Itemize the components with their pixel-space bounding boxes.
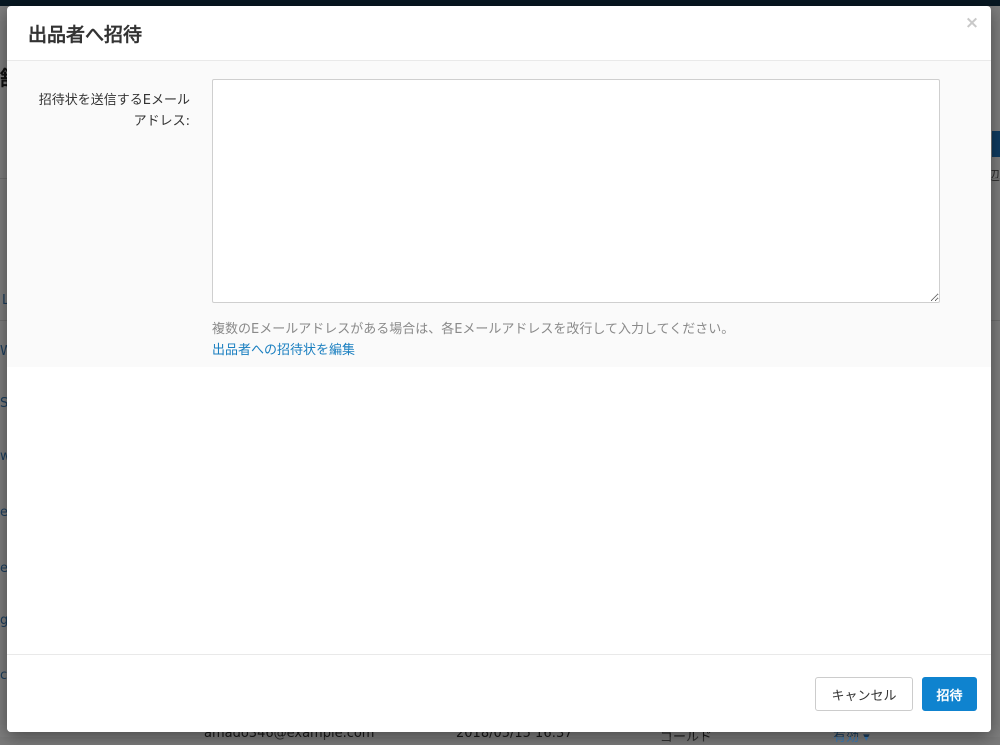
modal-header: 出品者へ招待 × (7, 6, 991, 61)
edit-invitation-link[interactable]: 出品者への招待状を編集 (212, 339, 355, 358)
email-addresses-textarea[interactable] (212, 79, 940, 303)
modal-title: 出品者へ招待 (28, 24, 143, 46)
invite-form: 招待状を送信するEメール アドレス: 複数のEメールアドレスがある場合は、各Eメ… (7, 61, 991, 367)
invite-button[interactable]: 招待 (922, 677, 977, 711)
email-field-label-line2: アドレス: (133, 114, 190, 129)
close-icon[interactable]: × (963, 14, 981, 32)
modal-footer: キャンセル 招待 (7, 654, 991, 732)
email-field-label-line1: 招待状を送信するEメール (38, 93, 190, 108)
invite-seller-modal: 出品者へ招待 × 招待状を送信するEメール アドレス: 複数のEメールアドレスが… (7, 6, 991, 732)
help-text: 複数のEメールアドレスがある場合は、各Eメールアドレスを改行して入力してください… (212, 322, 735, 337)
cancel-button[interactable]: キャンセル (815, 677, 913, 711)
email-field-label: 招待状を送信するEメール アドレス: (7, 90, 190, 132)
